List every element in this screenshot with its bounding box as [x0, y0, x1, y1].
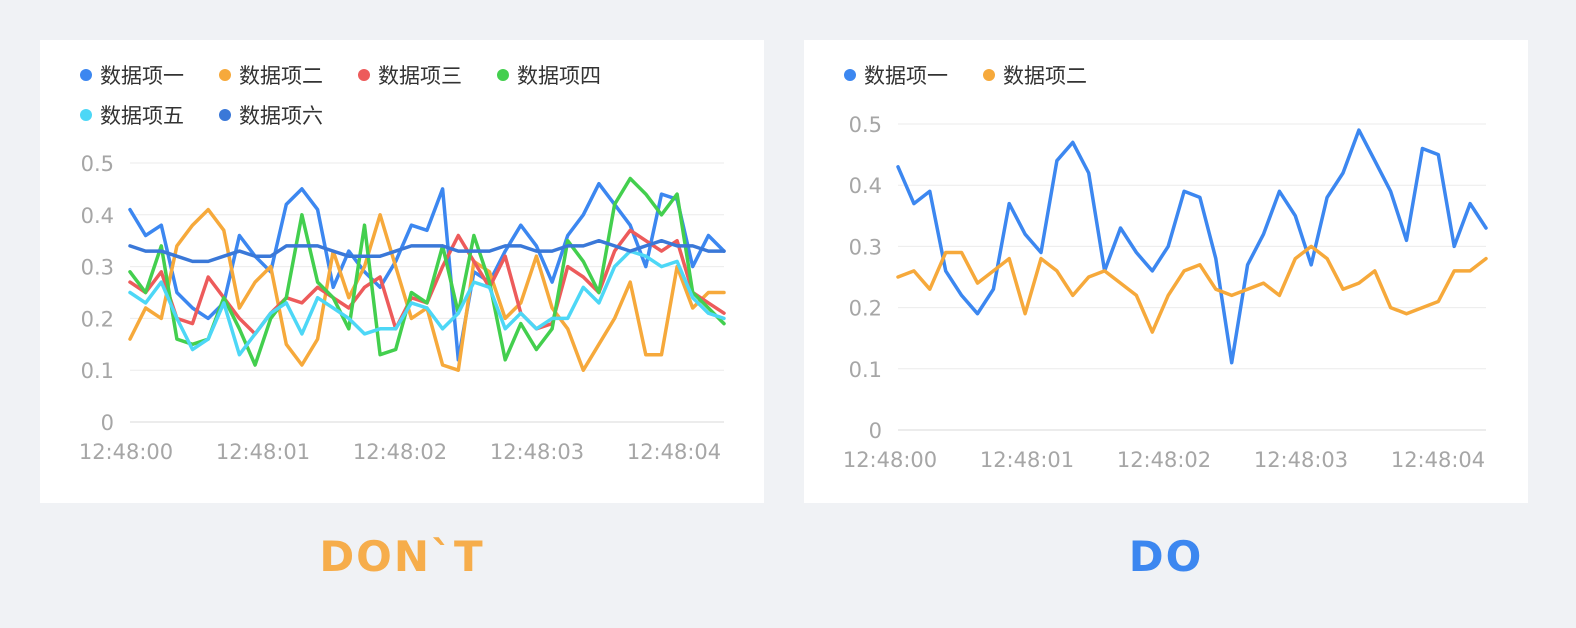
x-tick-label: 12:48:01: [980, 448, 1074, 472]
y-tick-label: 0: [869, 419, 882, 443]
dont-chart-card: 数据项一 数据项二 数据项三 数据项四数据项五 数据项六 0 0.1 0.2 0.3 0.4 0.5…: [40, 40, 764, 503]
dont-line-chart: 数据项一 数据项二 数据项三 数据项四数据项五 数据项六 0 0.1 0.2 0.3 0.4 0.5…: [79, 64, 726, 464]
legend-item-series-4[interactable]: 数据项四: [497, 64, 601, 88]
line-series-4: [128, 176, 726, 367]
legend-marker: [844, 69, 856, 81]
legend-item-series-1[interactable]: 数据项一: [844, 64, 948, 88]
dont-caption: DON`T: [319, 532, 485, 581]
y-tick-label: 0.5: [81, 152, 114, 176]
line-series-2: [896, 244, 1488, 334]
line-series-1: [128, 181, 726, 362]
y-tick-label: 0.1: [81, 359, 114, 383]
do-caption: DO: [1128, 532, 1204, 581]
x-tick-label: 12:48:01: [216, 440, 310, 464]
y-tick-label: 0.5: [849, 113, 882, 137]
legend-marker: [219, 69, 231, 81]
legend-marker: [983, 69, 995, 81]
legend-label: 数据项三: [378, 64, 462, 88]
do-chart-card: 数据项一 数据项二 0 0.1 0.2 0.3 0.4 0.5 12:48:00 12:48:01…: [804, 40, 1528, 503]
legend-marker: [80, 109, 92, 121]
x-tick-label: 12:48:00: [843, 448, 937, 472]
y-tick-label: 0: [101, 411, 114, 435]
line-series-6: [128, 238, 726, 264]
y-tick-label: 0.2: [81, 307, 114, 331]
x-tick-label: 12:48:02: [1117, 448, 1211, 472]
legend-label: 数据项一: [100, 64, 184, 88]
legend-label: 数据项四: [517, 64, 601, 88]
y-tick-label: 0.4: [849, 174, 882, 198]
y-tick-label: 0.2: [849, 297, 882, 321]
legend-item-series-6[interactable]: 数据项六: [219, 104, 323, 128]
y-tick-label: 0.1: [849, 358, 882, 382]
y-tick-label: 0.4: [81, 204, 114, 228]
legend-label: 数据项二: [239, 64, 323, 88]
x-tick-label: 12:48:00: [79, 440, 173, 464]
legend-marker: [80, 69, 92, 81]
x-tick-label: 12:48:02: [353, 440, 447, 464]
legend-item-series-2[interactable]: 数据项二: [219, 64, 323, 88]
legend-item-series-3[interactable]: 数据项三: [358, 64, 462, 88]
x-tick-label: 12:48:04: [627, 440, 721, 464]
legend-label: 数据项一: [864, 64, 948, 88]
legend-label: 数据项五: [100, 104, 184, 128]
x-tick-label: 12:48:03: [1254, 448, 1348, 472]
legend-label: 数据项六: [239, 104, 323, 128]
legend-item-series-1[interactable]: 数据项一: [80, 64, 184, 88]
legend-marker: [358, 69, 370, 81]
legend-item-series-5[interactable]: 数据项五: [80, 104, 184, 128]
legend-marker: [219, 109, 231, 121]
y-tick-label: 0.3: [81, 256, 114, 280]
y-tick-label: 0.3: [849, 235, 882, 259]
legend-label: 数据项二: [1003, 64, 1087, 88]
legend-marker: [497, 69, 509, 81]
x-tick-label: 12:48:03: [490, 440, 584, 464]
x-tick-label: 12:48:04: [1391, 448, 1485, 472]
legend-item-series-2[interactable]: 数据项二: [983, 64, 1087, 88]
do-line-chart: 数据项一 数据项二 0 0.1 0.2 0.3 0.4 0.5 12:48:00 12:48:01…: [843, 64, 1488, 472]
